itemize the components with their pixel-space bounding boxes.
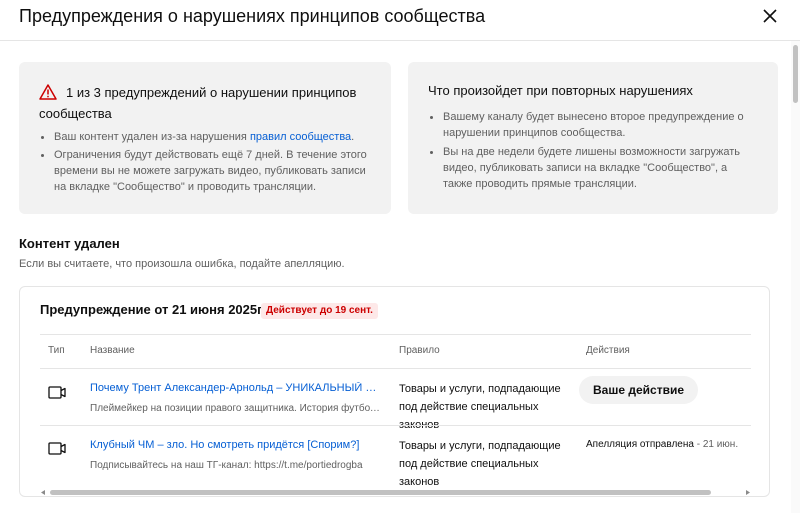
your-action-button[interactable]: Ваше действие [579,376,698,404]
video-icon [48,386,66,399]
horizontal-scrollbar[interactable] [40,490,751,495]
scroll-left-icon[interactable] [40,490,46,495]
divider [40,334,751,335]
column-header-name: Название [90,345,135,356]
table-row: Клубный ЧМ – зло. Но смотреть придётся [… [20,426,771,488]
warning-box: Предупреждение от 21 июня 2025г. Действу… [19,286,770,497]
horizontal-scrollbar-thumb[interactable] [50,490,711,495]
dialog-header: Предупреждения о нарушениях принципов со… [0,0,800,41]
violated-rule: Товары и услуги, подпадающие под действи… [399,440,561,488]
strike-card: 1 из 3 предупреждений о нарушении принци… [19,62,391,214]
scroll-right-icon[interactable] [745,490,751,495]
dialog-title: Предупреждения о нарушениях принципов со… [19,6,486,26]
column-header-actions: Действия [586,345,630,356]
strike-card-title: 1 из 3 предупреждений о нарушении принци… [39,85,357,121]
warning-date-title: Предупреждение от 21 июня 2025г. [40,302,265,317]
section-title: Контент удален [19,236,120,251]
repeat-violations-card: Что произойдет при повторных нарушениях … [408,62,778,214]
repeat-violations-title: Что произойдет при повторных нарушениях [428,83,693,98]
section-subtitle: Если вы считаете, что произошла ошибка, … [19,258,345,270]
list-item: Вы на две недели будете лишены возможнос… [428,144,758,192]
strike-details-list: Ваш контент удален из-за нарушения прави… [39,129,377,195]
strike-restrictions: Ограничения будут действовать ещё 7 дней… [39,147,377,195]
strike-reason: Ваш контент удален из-за нарушения прави… [39,129,377,145]
video-title-link[interactable]: Почему Трент Александер-Арнольд – УНИКАЛ… [90,382,382,394]
video-icon [48,442,66,455]
appeal-date: - 21 июн. [693,439,739,450]
community-guidelines-link[interactable]: правил сообщества [250,131,351,143]
table-row: Почему Трент Александер-Арнольд – УНИКАЛ… [20,369,771,431]
video-description: Плеймейкер на позиции правого защитника.… [90,403,380,414]
column-header-type: Тип [48,345,65,356]
video-title-link[interactable]: Клубный ЧМ – зло. Но смотреть придётся [… [90,439,382,451]
list-item: Вашему каналу будет вынесено второе пред… [428,109,758,141]
video-description: Подписывайтесь на наш ТГ-канал: https://… [90,460,363,471]
vertical-scrollbar-thumb[interactable] [793,45,798,103]
repeat-violations-list: Вашему каналу будет вынесено второе пред… [428,109,758,192]
vertical-scrollbar[interactable] [791,41,800,513]
status-badge: Действует до 19 сент. [261,303,378,319]
appeal-status: Апелляция отправлена - 21 июн. [586,439,739,450]
close-icon[interactable] [758,4,782,28]
column-header-rule: Правило [399,345,440,356]
